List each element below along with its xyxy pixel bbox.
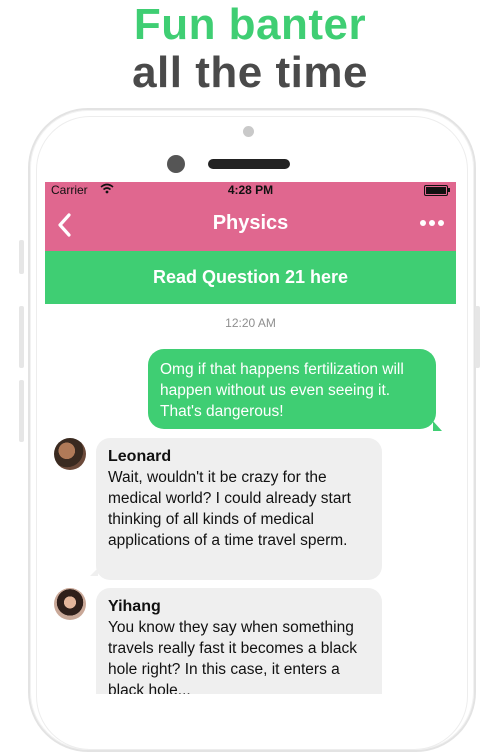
message-text: Omg if that happens fertilization will h… (160, 361, 404, 420)
volume-up-button (19, 306, 24, 368)
front-camera (243, 126, 254, 137)
earpiece-speaker (208, 159, 290, 169)
power-button (475, 306, 480, 368)
more-dots-icon[interactable] (418, 209, 446, 243)
message-timestamp: 12:20 AM (225, 316, 276, 330)
nav-bar: Physics (45, 199, 456, 251)
message-text: You know they say when something travels… (108, 619, 357, 694)
outgoing-message-bubble[interactable]: Omg if that happens fertilization will h… (148, 349, 442, 431)
headline-line-2: all the time (132, 48, 368, 97)
proximity-sensor (167, 155, 185, 173)
volume-down-button (19, 380, 24, 442)
headline-line-1: Fun banter (133, 0, 367, 49)
avatar-yihang[interactable] (54, 588, 86, 620)
read-question-button[interactable]: Read Question 21 here (45, 251, 456, 304)
battery-icon (424, 185, 450, 196)
chat-title: Physics (212, 212, 289, 234)
status-time: 4:28 PM (227, 183, 274, 197)
sender-name: Leonard (108, 448, 172, 465)
sender-name: Yihang (108, 598, 161, 615)
incoming-message-bubble[interactable]: Yihang You know they say when something … (96, 588, 382, 694)
avatar-leonard[interactable] (54, 438, 86, 470)
phone-screen: Carrier 4:28 PM Physics Read Question 21… (45, 182, 456, 694)
mute-switch (19, 240, 24, 274)
status-bar: Carrier 4:28 PM (45, 182, 456, 199)
incoming-message-bubble[interactable]: Leonard Wait, wouldn't it be crazy for t… (90, 438, 382, 580)
message-text: Wait, wouldn't it be crazy for the medic… (108, 469, 351, 549)
